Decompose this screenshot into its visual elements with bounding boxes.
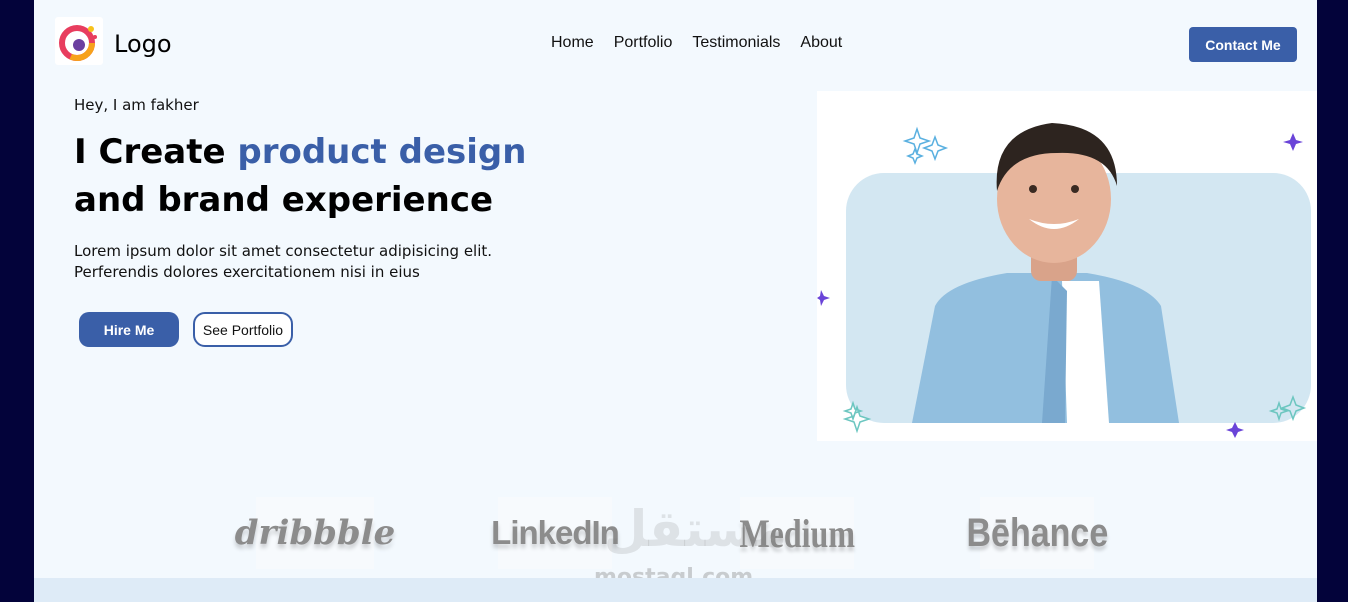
description-line2: Perferendis dolores exercitationem nisi …: [74, 263, 420, 281]
logo-image[interactable]: [55, 17, 103, 65]
page: Logo Home Portfolio Testimonials About C…: [34, 0, 1317, 602]
contact-me-button[interactable]: Contact Me: [1189, 27, 1297, 62]
medium-logo[interactable]: Medium: [739, 497, 855, 569]
behance-logo[interactable]: Bēhance: [966, 497, 1108, 569]
bottom-section: [34, 578, 1317, 602]
headline-accent: product design: [237, 132, 527, 172]
hire-me-button[interactable]: Hire Me: [79, 312, 179, 347]
main-nav: Home Portfolio Testimonials About: [551, 34, 842, 52]
dribbble-logo[interactable]: dribbble: [235, 497, 395, 569]
nav-portfolio[interactable]: Portfolio: [614, 34, 673, 52]
hero-portrait-image: [817, 91, 1317, 441]
greeting: Hey, I am fakher: [74, 96, 199, 114]
nav-about[interactable]: About: [800, 34, 842, 52]
nav-testimonials[interactable]: Testimonials: [692, 34, 780, 52]
logo-text[interactable]: Logo: [114, 30, 172, 58]
headline: I Create product design and brand experi…: [74, 128, 594, 224]
linkedin-logo[interactable]: LinkedIn: [491, 497, 620, 569]
description-line1: Lorem ipsum dolor sit amet consectetur a…: [74, 242, 493, 260]
hero-description: Lorem ipsum dolor sit amet consectetur a…: [74, 241, 514, 283]
see-portfolio-button[interactable]: See Portfolio: [193, 312, 293, 347]
nav-home[interactable]: Home: [551, 34, 594, 52]
headline-prefix: I Create: [74, 132, 238, 172]
headline-line2: and brand experience: [74, 180, 494, 220]
